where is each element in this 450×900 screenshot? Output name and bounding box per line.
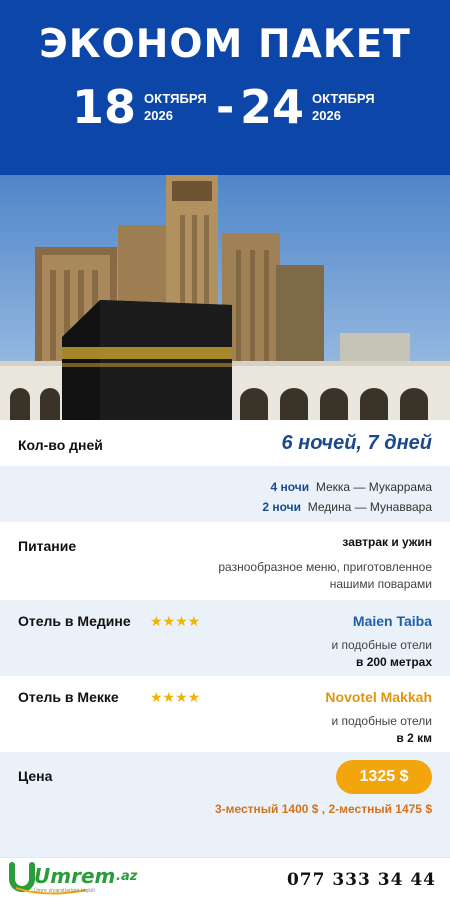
hotel-mecca-row: Отель в Мекке ★★★★ Novotel Makkah и подо…	[0, 676, 450, 752]
end-month: ОКТЯБРЯ	[312, 91, 375, 106]
stay-mecca-nights: 4 ночи	[270, 480, 310, 494]
start-year: 2026	[144, 108, 173, 123]
hotel-mecca-note: и подобные отели	[331, 714, 432, 728]
hotel-medina-row: Отель в Медине ★★★★ Maien Taiba и подобн…	[0, 600, 450, 676]
stays-row: 4 ночи Мекка — Мукаррама 2 ночи Медина —…	[0, 466, 450, 522]
stay-medina-nights: 2 ночи	[262, 500, 302, 514]
meals-row: Питание завтрак и ужин разнообразное мен…	[0, 522, 450, 600]
days-label: Кол-во дней	[18, 437, 103, 453]
kaaba-photo	[0, 175, 450, 420]
hotel-medina-name: Maien Taiba	[352, 613, 432, 629]
meals-note-line1: разнообразное меню, приготовленное	[218, 560, 432, 574]
stay-medina: 2 ночи Медина — Мунаввара	[262, 500, 432, 514]
price-label: Цена	[18, 768, 53, 784]
phone-number[interactable]: 077 333 34 44	[287, 870, 436, 890]
price-badge: 1325 $	[336, 760, 432, 794]
hotel-medina-label: Отель в Медине	[18, 613, 131, 629]
date-separator: -	[216, 82, 235, 133]
stay-mecca-city: Мекка — Мукаррама	[315, 480, 432, 494]
end-year: 2026	[312, 108, 341, 123]
end-date: 24 ОКТЯБРЯ 2026	[240, 84, 375, 130]
header-banner: ЭКОНОМ ПАКЕТ 18 ОКТЯБРЯ 2026 - 24 ОКТЯБР…	[0, 0, 450, 175]
hotel-medina-distance: в 200 метрах	[355, 655, 432, 669]
meals-value: завтрак и ужин	[342, 535, 432, 549]
days-value: 6 ночей, 7 дней	[281, 432, 432, 454]
hotel-mecca-name: Novotel Makkah	[325, 689, 432, 705]
start-day: 18	[72, 80, 137, 134]
hotel-medina-stars-icon: ★★★★	[150, 613, 201, 629]
hotel-medina-note: и подобные отели	[331, 638, 432, 652]
logo-tagline: Ümre ziyarətlərinin təşkili	[34, 888, 95, 894]
end-day: 24	[240, 80, 305, 134]
end-month-year: ОКТЯБРЯ 2026	[312, 90, 375, 124]
hotel-mecca-distance: в 2 км	[396, 731, 432, 745]
start-month-year: ОКТЯБРЯ 2026	[144, 90, 207, 124]
stay-medina-city: Медина — Мунаввара	[307, 500, 432, 514]
meals-note-line2: нашими поварами	[329, 577, 432, 591]
meals-label: Питание	[18, 538, 77, 554]
logo-wordmark: Umrem	[34, 864, 116, 888]
stay-mecca: 4 ночи Мекка — Мукаррама	[271, 480, 433, 494]
hotel-mecca-label: Отель в Мекке	[18, 689, 119, 705]
days-row: Кол-во дней 6 ночей, 7 дней	[0, 420, 450, 466]
package-title: ЭКОНОМ ПАКЕТ	[39, 22, 411, 67]
hotel-mecca-stars-icon: ★★★★	[150, 689, 201, 705]
logo-domain: .az	[116, 869, 138, 884]
start-date: 18 ОКТЯБРЯ 2026	[72, 84, 207, 130]
meals-note: разнообразное меню, приготовленное нашим…	[218, 559, 432, 593]
price-alternatives: 3-местный 1400 $ , 2-местный 1475 $	[214, 802, 432, 816]
start-month: ОКТЯБРЯ	[144, 91, 207, 106]
